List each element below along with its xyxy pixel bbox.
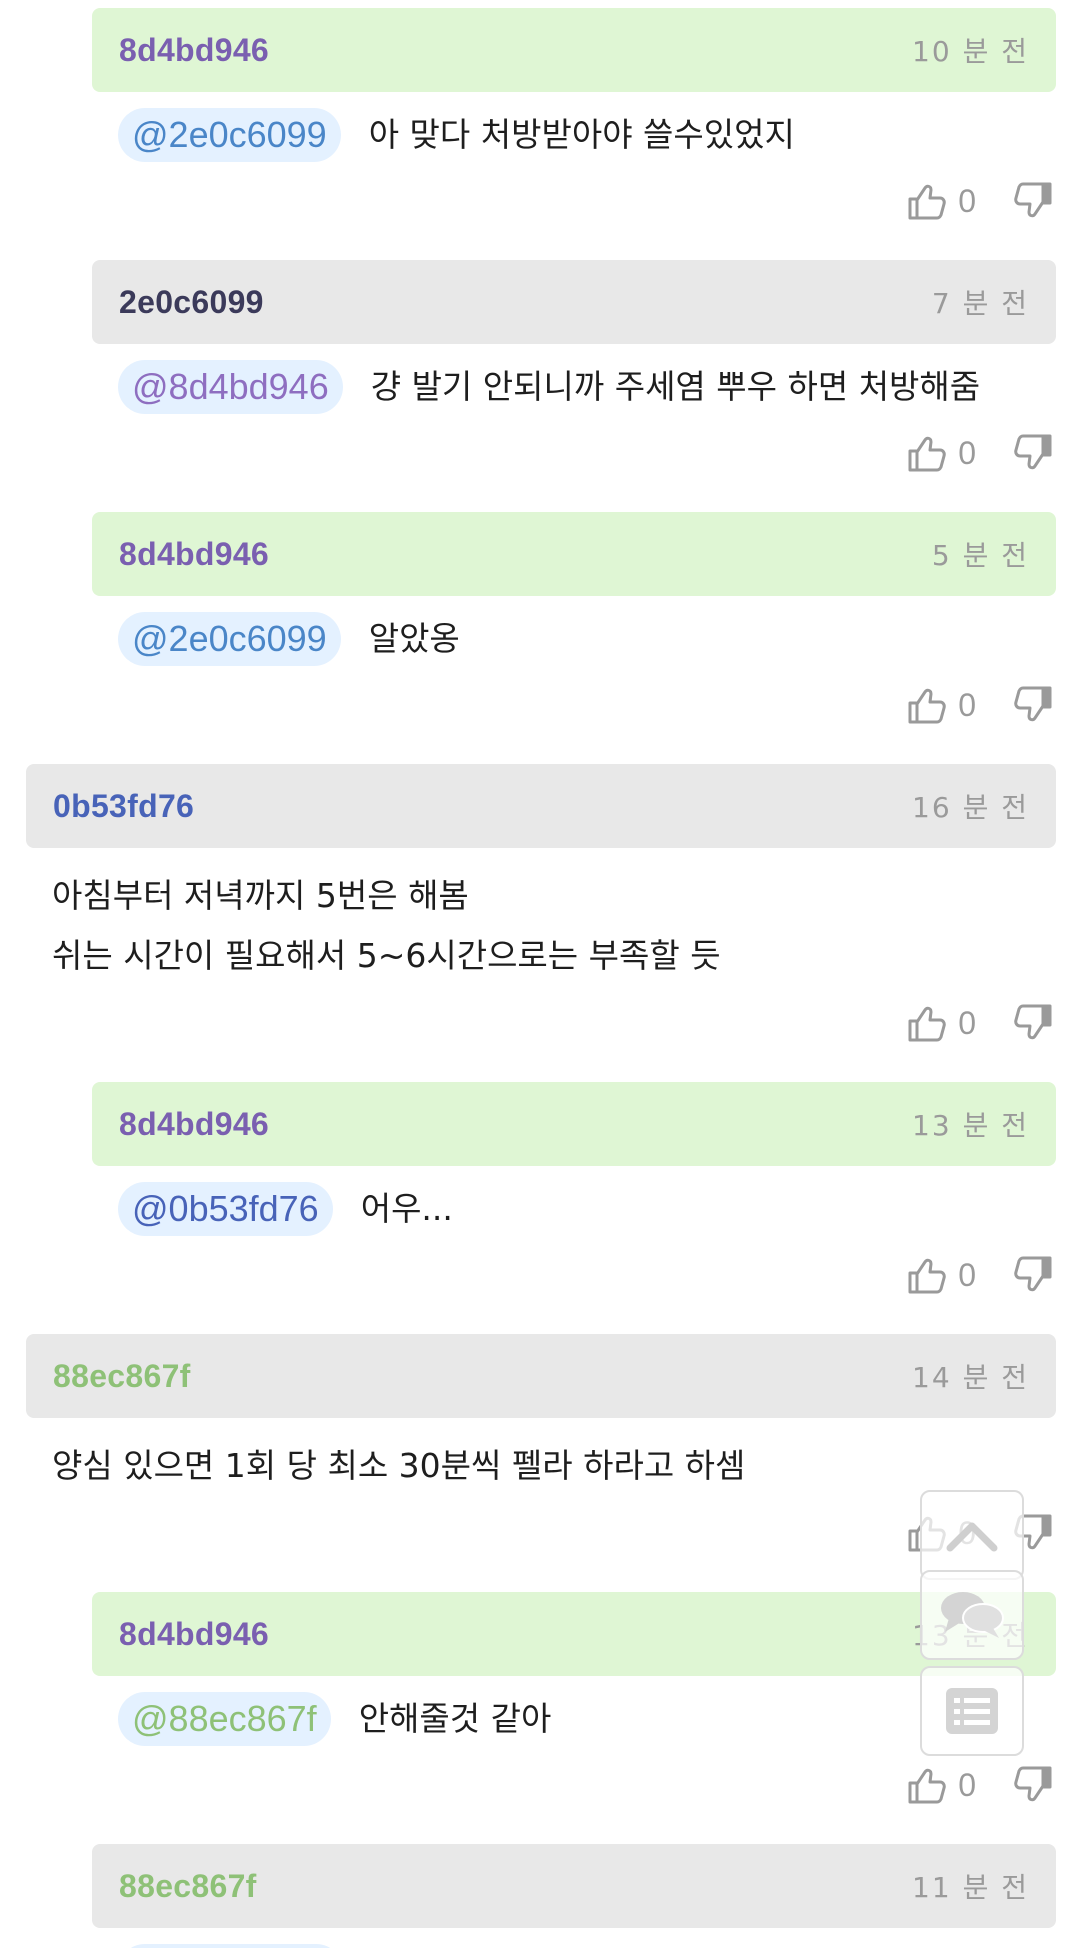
thumbs-down-icon[interactable] [1012,180,1054,222]
comment-header: 8d4bd94613 분 전 [92,1592,1056,1676]
thumbs-up-icon[interactable] [906,1764,948,1806]
comment-text: 알았옹 [368,619,460,658]
mention-tag[interactable]: @2e0c6099 [118,108,341,162]
thumbs-up-icon[interactable] [906,684,948,726]
scroll-top-button[interactable] [920,1490,1024,1580]
comment-author[interactable]: 0b53fd76 [53,788,194,825]
reply-comment: 8d4bd946 10 분 전 @2e0c6099 아 맞다 처방받아야 쓸수있었지 0 [92,8,1080,260]
thumbs-down-icon[interactable] [1012,1002,1054,1044]
thumbs-up-icon[interactable] [906,432,948,474]
comment-author[interactable]: 8d4bd946 [119,536,269,573]
mention-tag[interactable]: @88ec867f [118,1692,331,1746]
comment-body: @8d4bd946 일단 두 번까진 그냥 니가 열심히 해주고 세번째 [92,1928,1080,1948]
list-icon [946,1688,998,1734]
reply-comment: 2e0c6099 7 분 전 @8d4bd946 걍 발기 안되니까 주세염 뿌우 하… [92,260,1080,512]
comment-header: 88ec867f 11 분 전 [92,1844,1056,1928]
comment-author[interactable]: 88ec867f [119,1868,257,1905]
like-count: 0 [958,1256,976,1293]
thumbs-up-icon[interactable] [906,180,948,222]
like-count: 0 [958,1004,976,1041]
comment-body: @8d4bd946 걍 발기 안되니까 주세염 뿌우 하면 처방해줌 [92,344,1080,416]
comment-body: 아침부터 저녁까지 5번은 해봄쉬는 시간이 필요해서 5~6시간으로는 부족할… [26,848,1080,986]
comment-text-line: 양심 있으면 1회 당 최소 30분씩 펠라 하라고 하셈 [52,1446,746,1485]
comment-header: 0b53fd76 16 분 전 [26,764,1056,848]
mention-tag[interactable]: @8d4bd946 [118,360,343,414]
thumbs-down-icon[interactable] [1012,432,1054,474]
comment-header: 8d4bd946 10 분 전 [92,8,1056,92]
comment-author[interactable]: 8d4bd946 [119,32,269,69]
comment-body: @2e0c6099 알았옹 [92,596,1080,668]
comment-header: 8d4bd946 13 분 전 [92,1082,1056,1166]
comment-text: 걍 발기 안되니까 주세염 뿌우 하면 처방해줌 [370,367,981,406]
comment-timestamp: 7 분 전 [931,287,1029,320]
comment-actions: 0 [92,1238,1080,1334]
comment-actions: 0 [92,668,1080,764]
list-button[interactable] [920,1666,1024,1756]
reply-comment: 8d4bd946 13 분 전 @0b53fd76 어우... 0 [92,1082,1080,1334]
comment-timestamp: 13 분 전 [912,1109,1029,1142]
comment-author[interactable]: 88ec867f [53,1358,191,1395]
chevron-up-icon [946,1522,998,1552]
thumbs-up-icon[interactable] [906,1254,948,1296]
comment-text-line: 아침부터 저녁까지 5번은 해봄 [52,876,469,915]
comment-author[interactable]: 8d4bd946 [119,1106,269,1143]
comments-button[interactable] [920,1570,1024,1660]
comment-header: 8d4bd946 5 분 전 [92,512,1056,596]
comment-actions: 0 [92,416,1080,512]
comment: 0b53fd76 16 분 전아침부터 저녁까지 5번은 해봄쉬는 시간이 필요해… [26,764,1080,1082]
comment-author[interactable]: 8d4bd946 [119,1616,269,1653]
comment-actions: 0 [92,1748,1080,1844]
like-count: 0 [958,1766,976,1803]
comment-feed: 8d4bd946 10 분 전 @2e0c6099 아 맞다 처방받아야 쓸수있었지 0… [0,0,1080,1948]
thumbs-up-icon[interactable] [906,1002,948,1044]
mention-tag[interactable]: @8d4bd946 [118,1944,343,1948]
comment-body: @2e0c6099 아 맞다 처방받아야 쓸수있었지 [92,92,1080,164]
comment-timestamp: 10 분 전 [912,35,1029,68]
comment-actions: 0 [92,164,1080,260]
like-count: 0 [958,182,976,219]
comment-text: 어우... [360,1189,453,1228]
thumbs-down-icon[interactable] [1012,684,1054,726]
comment-text-line: 쉬는 시간이 필요해서 5~6시간으로는 부족할 듯 [52,936,721,975]
like-count: 0 [958,434,976,471]
comment-timestamp: 16 분 전 [912,791,1029,824]
comment-timestamp: 14 분 전 [912,1361,1029,1394]
thumbs-down-icon[interactable] [1012,1764,1054,1806]
comment-body: @0b53fd76 어우... [92,1166,1080,1238]
chat-bubbles-icon [941,1592,1004,1638]
reply-comment: 88ec867f 11 분 전 @8d4bd946 일단 두 번까진 그냥 니가 열심… [92,1844,1080,1948]
thumbs-down-icon[interactable] [1012,1254,1054,1296]
comment-timestamp: 11 분 전 [912,1871,1029,1904]
like-count: 0 [958,686,976,723]
comment-header: 88ec867f 14 분 전 [26,1334,1056,1418]
mention-tag[interactable]: @2e0c6099 [118,612,341,666]
mention-tag[interactable]: @0b53fd76 [118,1182,333,1236]
comment-body: 양심 있으면 1회 당 최소 30분씩 펠라 하라고 하셈 [26,1418,1080,1496]
comment-text: 안해줄것 같아 [358,1699,552,1738]
comment-header: 2e0c6099 7 분 전 [92,260,1056,344]
comment-text: 일단 두 번까진 그냥 니가 열심히 해주고 세번째 [371,1942,1021,1948]
comment-text: 아 맞다 처방받아야 쓸수있었지 [368,115,795,154]
comment-author[interactable]: 2e0c6099 [119,284,264,321]
comment-timestamp: 5 분 전 [931,539,1029,572]
comment-actions: 0 [26,986,1080,1082]
reply-comment: 8d4bd946 5 분 전 @2e0c6099 알았옹 0 [92,512,1080,764]
